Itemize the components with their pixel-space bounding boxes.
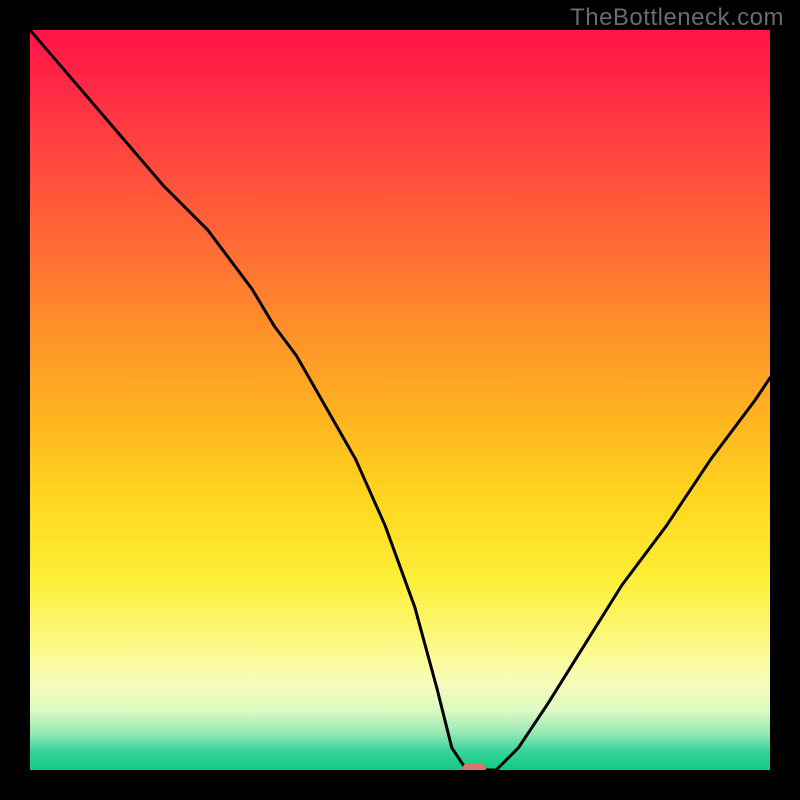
watermark-text: TheBottleneck.com — [570, 4, 784, 32]
plot-area — [30, 30, 770, 770]
curve-layer — [30, 30, 770, 770]
bottleneck-curve — [30, 30, 770, 770]
chart-frame: TheBottleneck.com — [0, 0, 800, 800]
optimal-point-marker — [462, 763, 486, 770]
